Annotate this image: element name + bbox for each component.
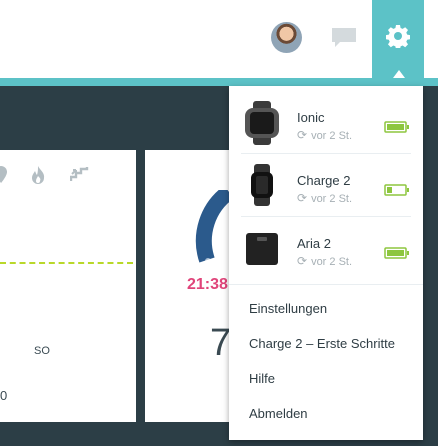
device-sync-status: ⟳ vor 2 St. bbox=[297, 128, 353, 142]
top-bar bbox=[0, 0, 438, 78]
chat-bubble-icon[interactable] bbox=[331, 27, 357, 49]
gear-icon bbox=[386, 25, 410, 48]
device-item-charge2[interactable]: Charge 2 ⟳ vor 2 St. bbox=[229, 153, 423, 216]
battery-icon bbox=[384, 247, 409, 259]
divider bbox=[229, 284, 423, 285]
charge2-tracker-icon bbox=[251, 164, 273, 206]
user-avatar[interactable] bbox=[271, 22, 302, 53]
activity-card[interactable] bbox=[0, 150, 136, 422]
menu-item-help[interactable]: Hilfe bbox=[249, 371, 275, 386]
aria2-scale-icon bbox=[246, 233, 278, 265]
device-sync-status: ⟳ vor 2 St. bbox=[297, 254, 353, 268]
ionic-watch-icon bbox=[245, 101, 279, 145]
device-name: Charge 2 bbox=[297, 173, 351, 188]
flame-icon bbox=[32, 166, 45, 184]
menu-item-settings[interactable]: Einstellungen bbox=[249, 301, 327, 316]
menu-item-logout[interactable]: Abmelden bbox=[249, 406, 308, 421]
axis-zero-label: 0 bbox=[0, 388, 8, 403]
device-sync-status: ⟳ vor 2 St. bbox=[297, 191, 353, 205]
device-item-aria2[interactable]: Aria 2 ⟳ vor 2 St. bbox=[229, 216, 423, 279]
day-tick-label: SO bbox=[34, 345, 50, 357]
accent-strip bbox=[0, 78, 438, 86]
device-item-ionic[interactable]: Ionic ⟳ vor 2 St. bbox=[229, 90, 423, 153]
battery-icon bbox=[384, 121, 409, 133]
big-number: 7 bbox=[210, 322, 232, 364]
sync-icon: ⟳ bbox=[297, 191, 308, 205]
sync-icon: ⟳ bbox=[297, 254, 308, 268]
settings-button[interactable] bbox=[372, 0, 424, 78]
sync-icon: ⟳ bbox=[297, 128, 308, 142]
menu-item-getting-started[interactable]: Charge 2 – Erste Schritte bbox=[249, 336, 395, 351]
stairs-icon bbox=[70, 167, 89, 181]
device-name: Ionic bbox=[297, 110, 325, 125]
device-dropdown-menu: Ionic ⟳ vor 2 St. Charge 2 ⟳ vor 2 St. Ari… bbox=[229, 86, 423, 440]
device-name: Aria 2 bbox=[297, 236, 331, 251]
battery-icon bbox=[384, 184, 409, 196]
sleep-time: 21:38 bbox=[187, 276, 228, 293]
location-pin-icon bbox=[0, 166, 7, 183]
goal-line bbox=[0, 262, 133, 264]
dropdown-caret bbox=[393, 70, 405, 78]
